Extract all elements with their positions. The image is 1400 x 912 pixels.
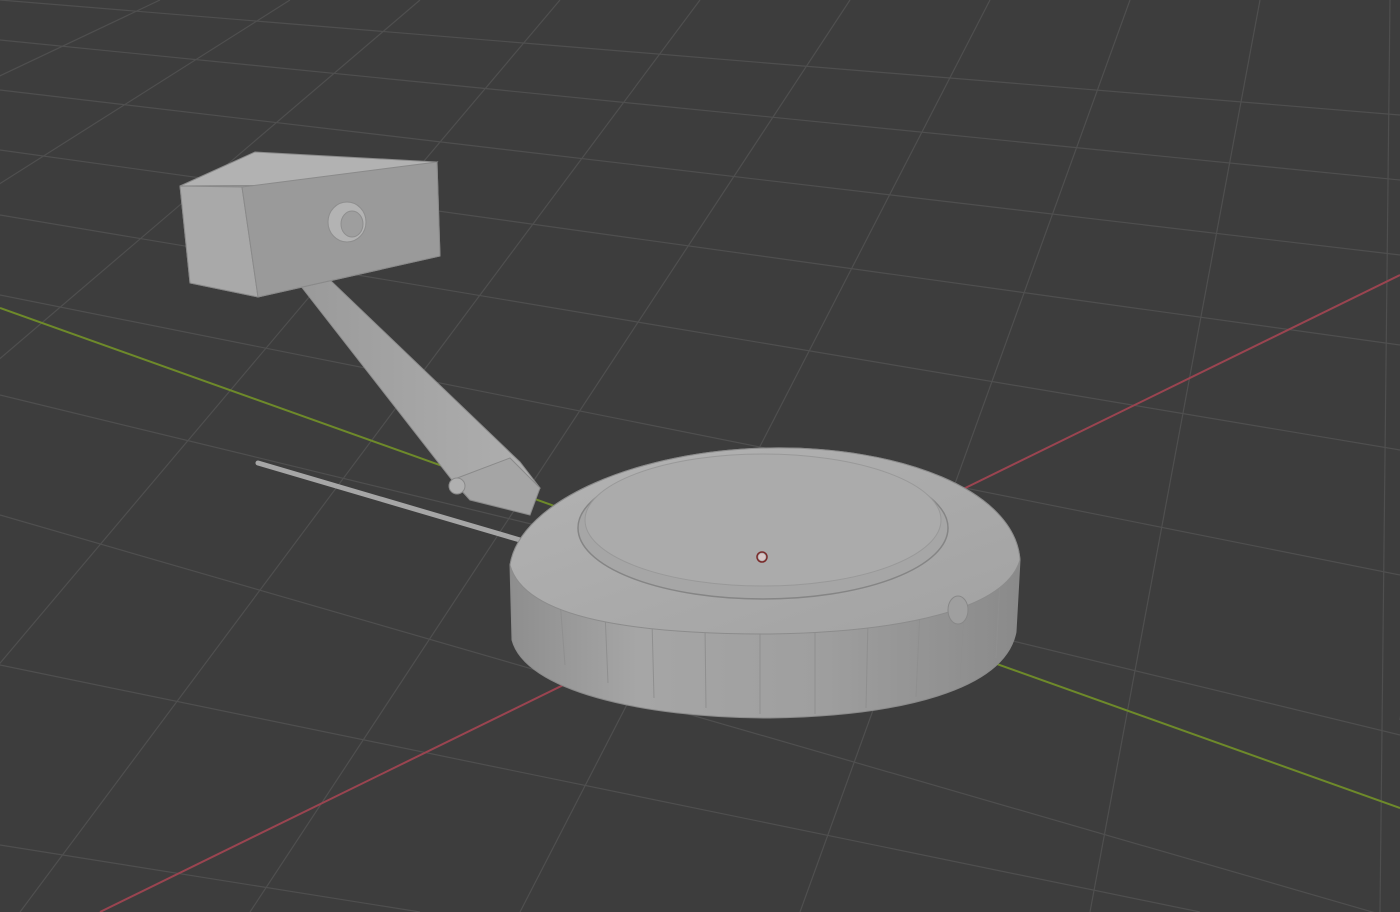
object-origin-dot (758, 553, 766, 561)
3d-viewport[interactable] (0, 0, 1400, 912)
top-plate[interactable] (577, 453, 949, 600)
support-arm[interactable] (299, 279, 541, 516)
viewport-canvas[interactable] (0, 0, 1400, 912)
camera-lens (327, 201, 367, 243)
side-button (947, 595, 969, 625)
camera-box[interactable] (179, 151, 441, 298)
robot-vacuum-base[interactable] (509, 447, 1021, 719)
